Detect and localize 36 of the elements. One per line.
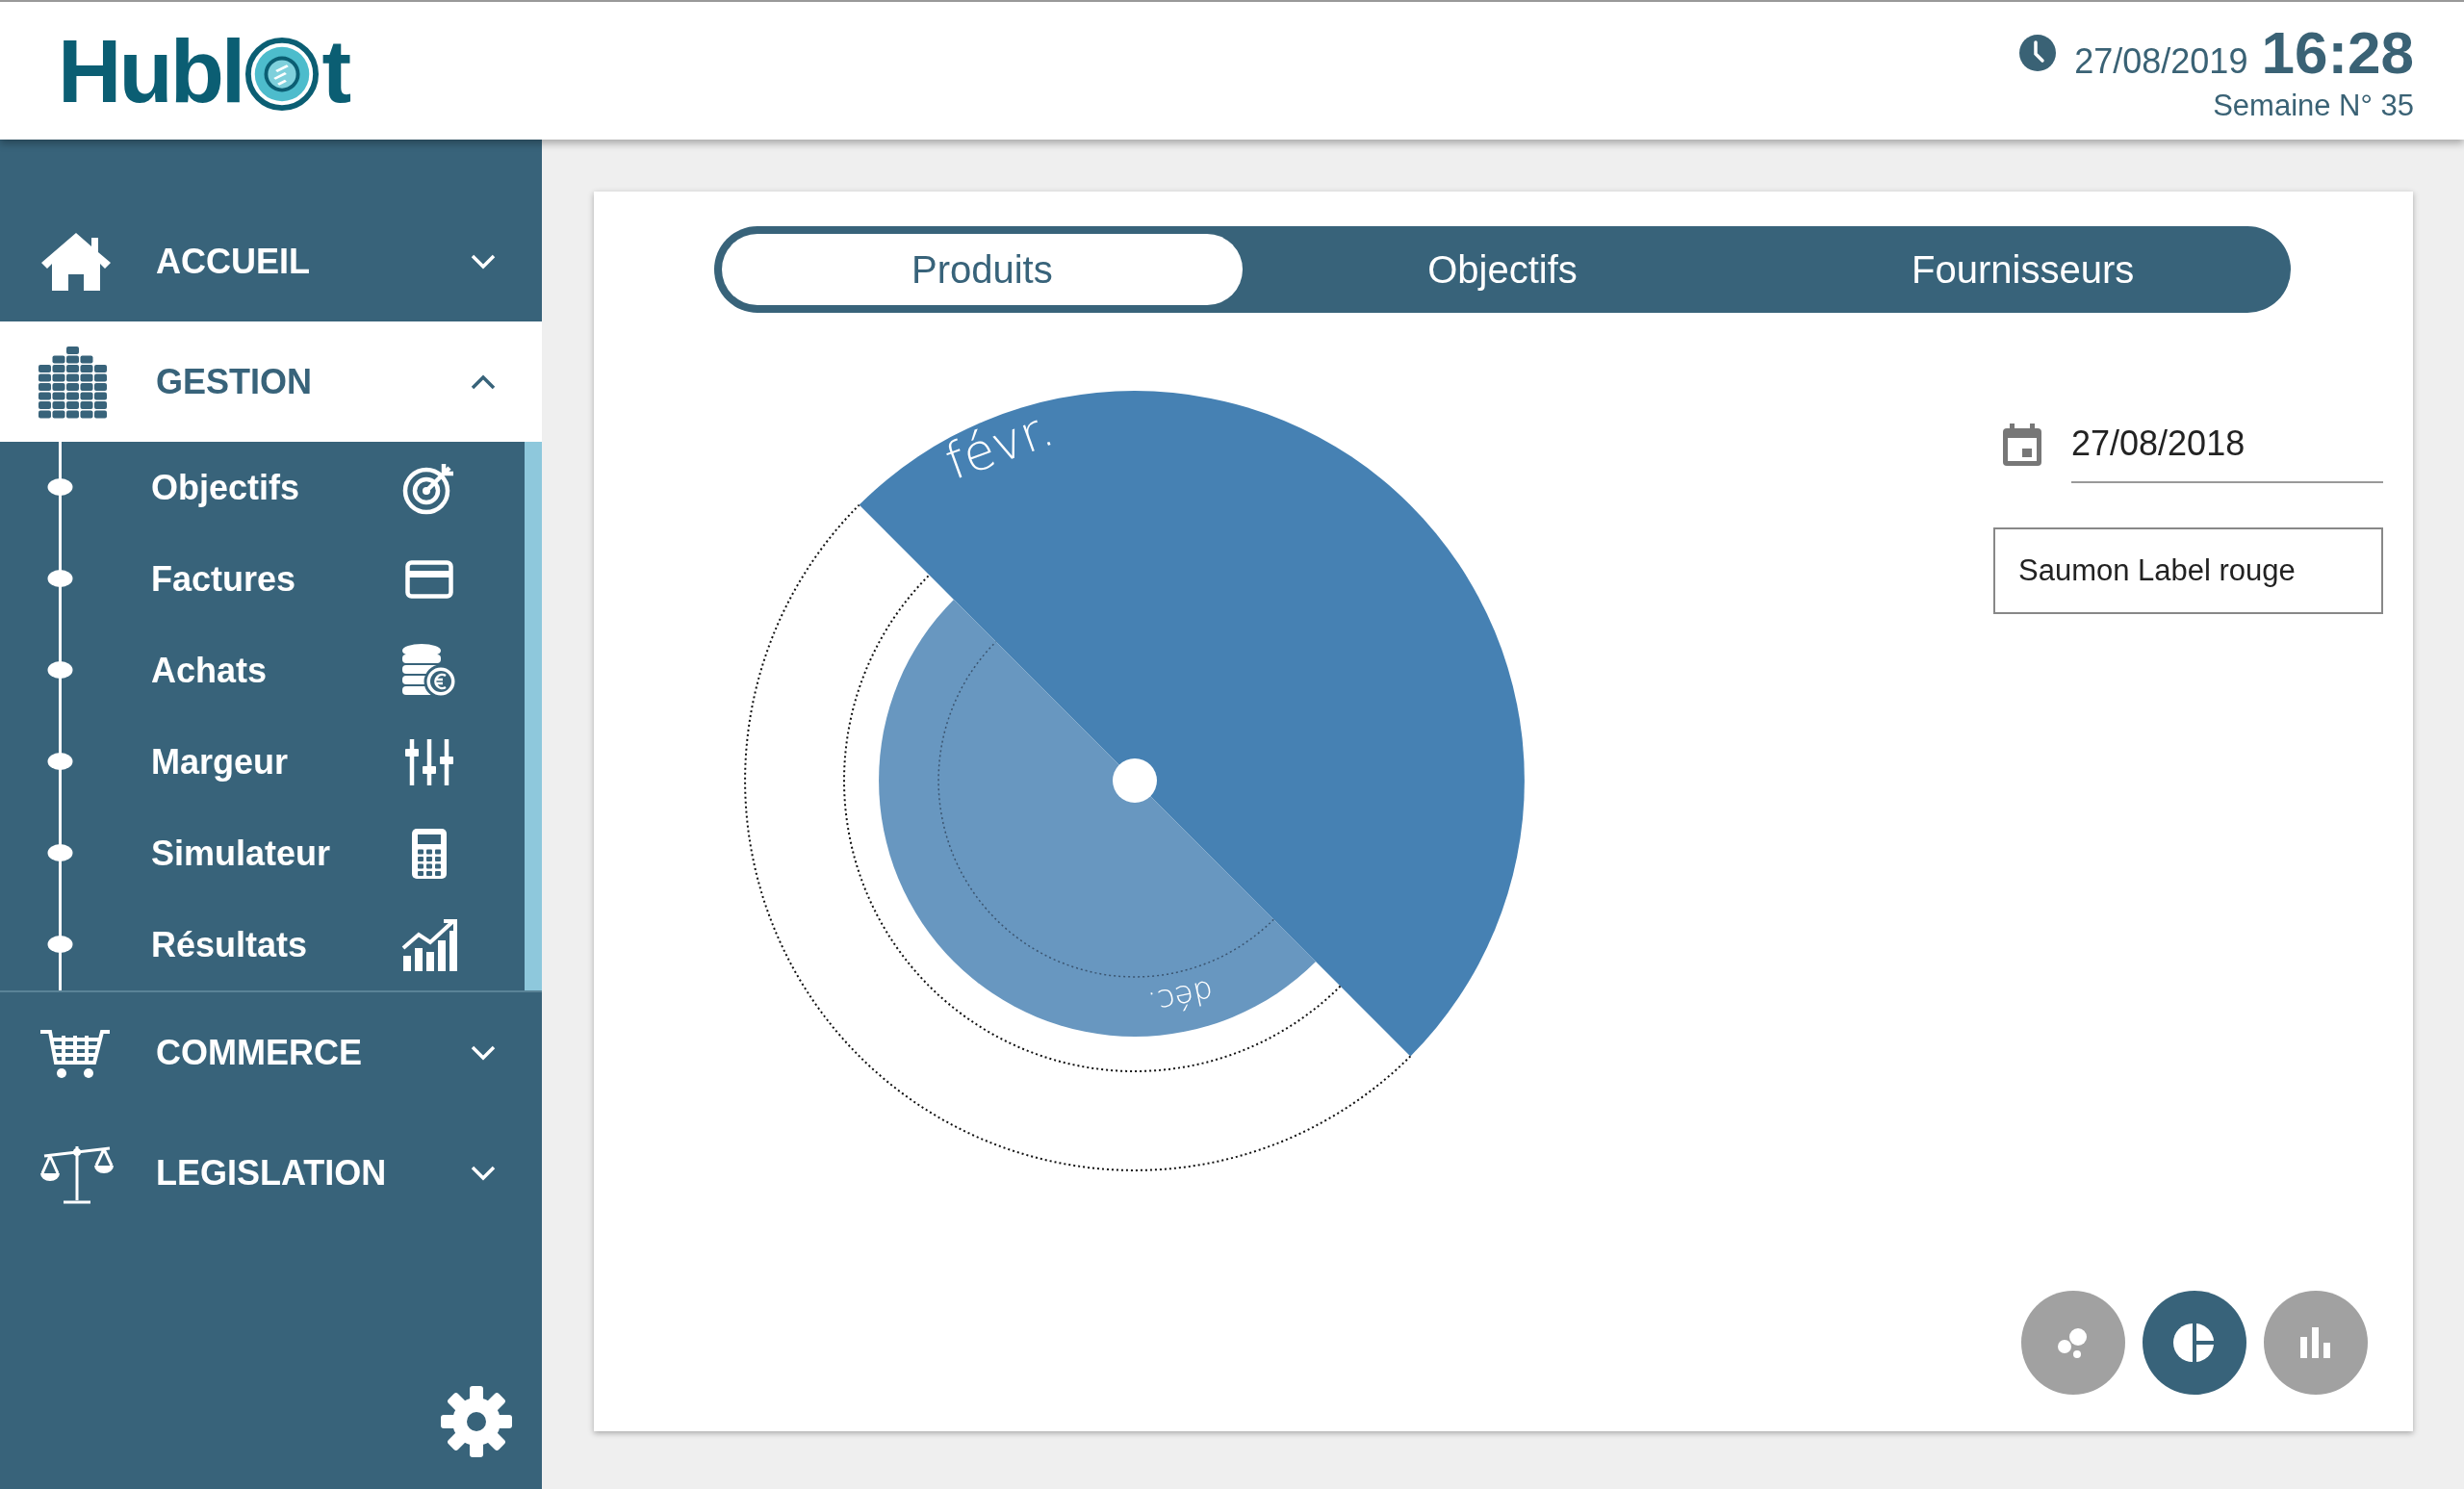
chart-label: févr.	[937, 398, 1062, 492]
nav-item[interactable]: COMMERCE	[0, 992, 542, 1113]
submenu-item[interactable]: Simulateur	[76, 808, 525, 899]
tab[interactable]: Produits	[722, 234, 1243, 305]
nav-item[interactable]: GESTION	[0, 321, 542, 442]
bar-chart-icon	[2299, 1327, 2332, 1358]
stacked-blocks-icon	[38, 344, 108, 420]
center-dot	[1113, 758, 1157, 803]
submenu-item[interactable]: Margeur	[76, 716, 525, 808]
product-select[interactable]: Saumon Label rouge	[1993, 527, 2383, 614]
pie-chart-icon	[2173, 1322, 2216, 1364]
nav-item[interactable]: ACCUEIL	[0, 201, 542, 321]
logo-text: t	[321, 26, 349, 116]
clock-icon	[2018, 33, 2058, 72]
sliders-icon	[404, 736, 454, 787]
header-date: 27/08/2019	[2074, 41, 2248, 82]
calculator-icon	[412, 828, 447, 879]
week-number: Semaine N° 35	[2213, 89, 2414, 123]
chart-label: déc.	[1144, 972, 1217, 1022]
submenu-item[interactable]: Résultats	[76, 899, 525, 990]
submenu-item[interactable]: Achats	[76, 625, 525, 716]
coins-euro-icon	[400, 642, 458, 699]
scrollbar[interactable]	[525, 442, 542, 990]
tab[interactable]: Objectifs	[1242, 234, 1763, 305]
nav-item[interactable]: LEGISLATION	[0, 1113, 542, 1233]
calendar-icon	[2003, 424, 2041, 466]
porthole-logo-icon	[244, 36, 321, 112]
logo-text: Hubl	[58, 26, 244, 116]
bubbles-icon	[2057, 1327, 2090, 1358]
submenu-item[interactable]: Factures	[76, 533, 525, 625]
growth-chart-icon	[401, 918, 457, 971]
submenu-item[interactable]: Objectifs	[76, 442, 525, 533]
header-time: 16:28	[2261, 18, 2414, 87]
settings-icon[interactable]	[440, 1385, 513, 1458]
credit-card-icon	[405, 559, 453, 599]
tab[interactable]: Fournisseurs	[1762, 234, 2283, 305]
